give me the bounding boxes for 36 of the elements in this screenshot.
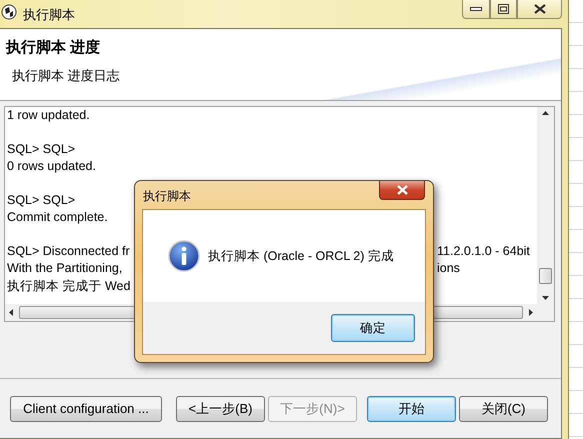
close-button[interactable]	[517, 0, 562, 19]
scroll-thumb[interactable]	[539, 268, 552, 284]
log-line: Commit complete.	[7, 210, 108, 224]
close-button[interactable]	[379, 181, 425, 200]
dialog-button[interactable]: 开始	[367, 396, 456, 422]
log-line: 1 row updated.	[7, 108, 90, 122]
log-line: SQL> Disconnected fr	[7, 244, 130, 258]
log-line: 11.2.0.1.0 - 64bit	[437, 244, 530, 258]
up-arrow-icon	[542, 111, 549, 115]
dialog-button[interactable]: 关闭(C)	[459, 396, 548, 422]
app-icon	[1, 4, 17, 20]
log-line: ions	[437, 261, 460, 275]
vertical-scrollbar[interactable]	[537, 107, 554, 304]
maximize-icon	[498, 4, 509, 14]
minimize-button[interactable]	[462, 0, 490, 19]
window-title: 执行脚本	[23, 6, 75, 24]
log-line: 执行脚本 完成于 Wed	[7, 279, 130, 293]
right-arrow-icon	[529, 309, 533, 316]
info-icon	[168, 240, 200, 272]
close-icon	[534, 4, 546, 14]
log-line: 0 rows updated.	[7, 159, 96, 173]
dialog-button[interactable]: Client configuration ...	[10, 396, 162, 422]
down-arrow-icon	[542, 296, 549, 300]
log-line: SQL> SQL>	[7, 142, 76, 156]
dialog-message: 执行脚本 (Oracle - ORCL 2) 完成	[208, 248, 394, 264]
page-title: 执行脚本 进度	[6, 38, 102, 57]
maximize-button[interactable]	[490, 0, 517, 19]
left-arrow-icon	[9, 309, 13, 316]
dialog-title: 执行脚本	[143, 188, 191, 205]
page-subtitle: 执行脚本 进度日志	[12, 67, 121, 85]
minimize-icon	[470, 6, 482, 12]
dialog-button[interactable]: <上一步(B)	[176, 396, 265, 422]
log-line: With the Partitioning,	[7, 261, 122, 275]
log-line: SQL> SQL>	[7, 193, 76, 207]
ok-button[interactable]: 确定	[331, 314, 415, 342]
close-icon	[396, 185, 408, 195]
